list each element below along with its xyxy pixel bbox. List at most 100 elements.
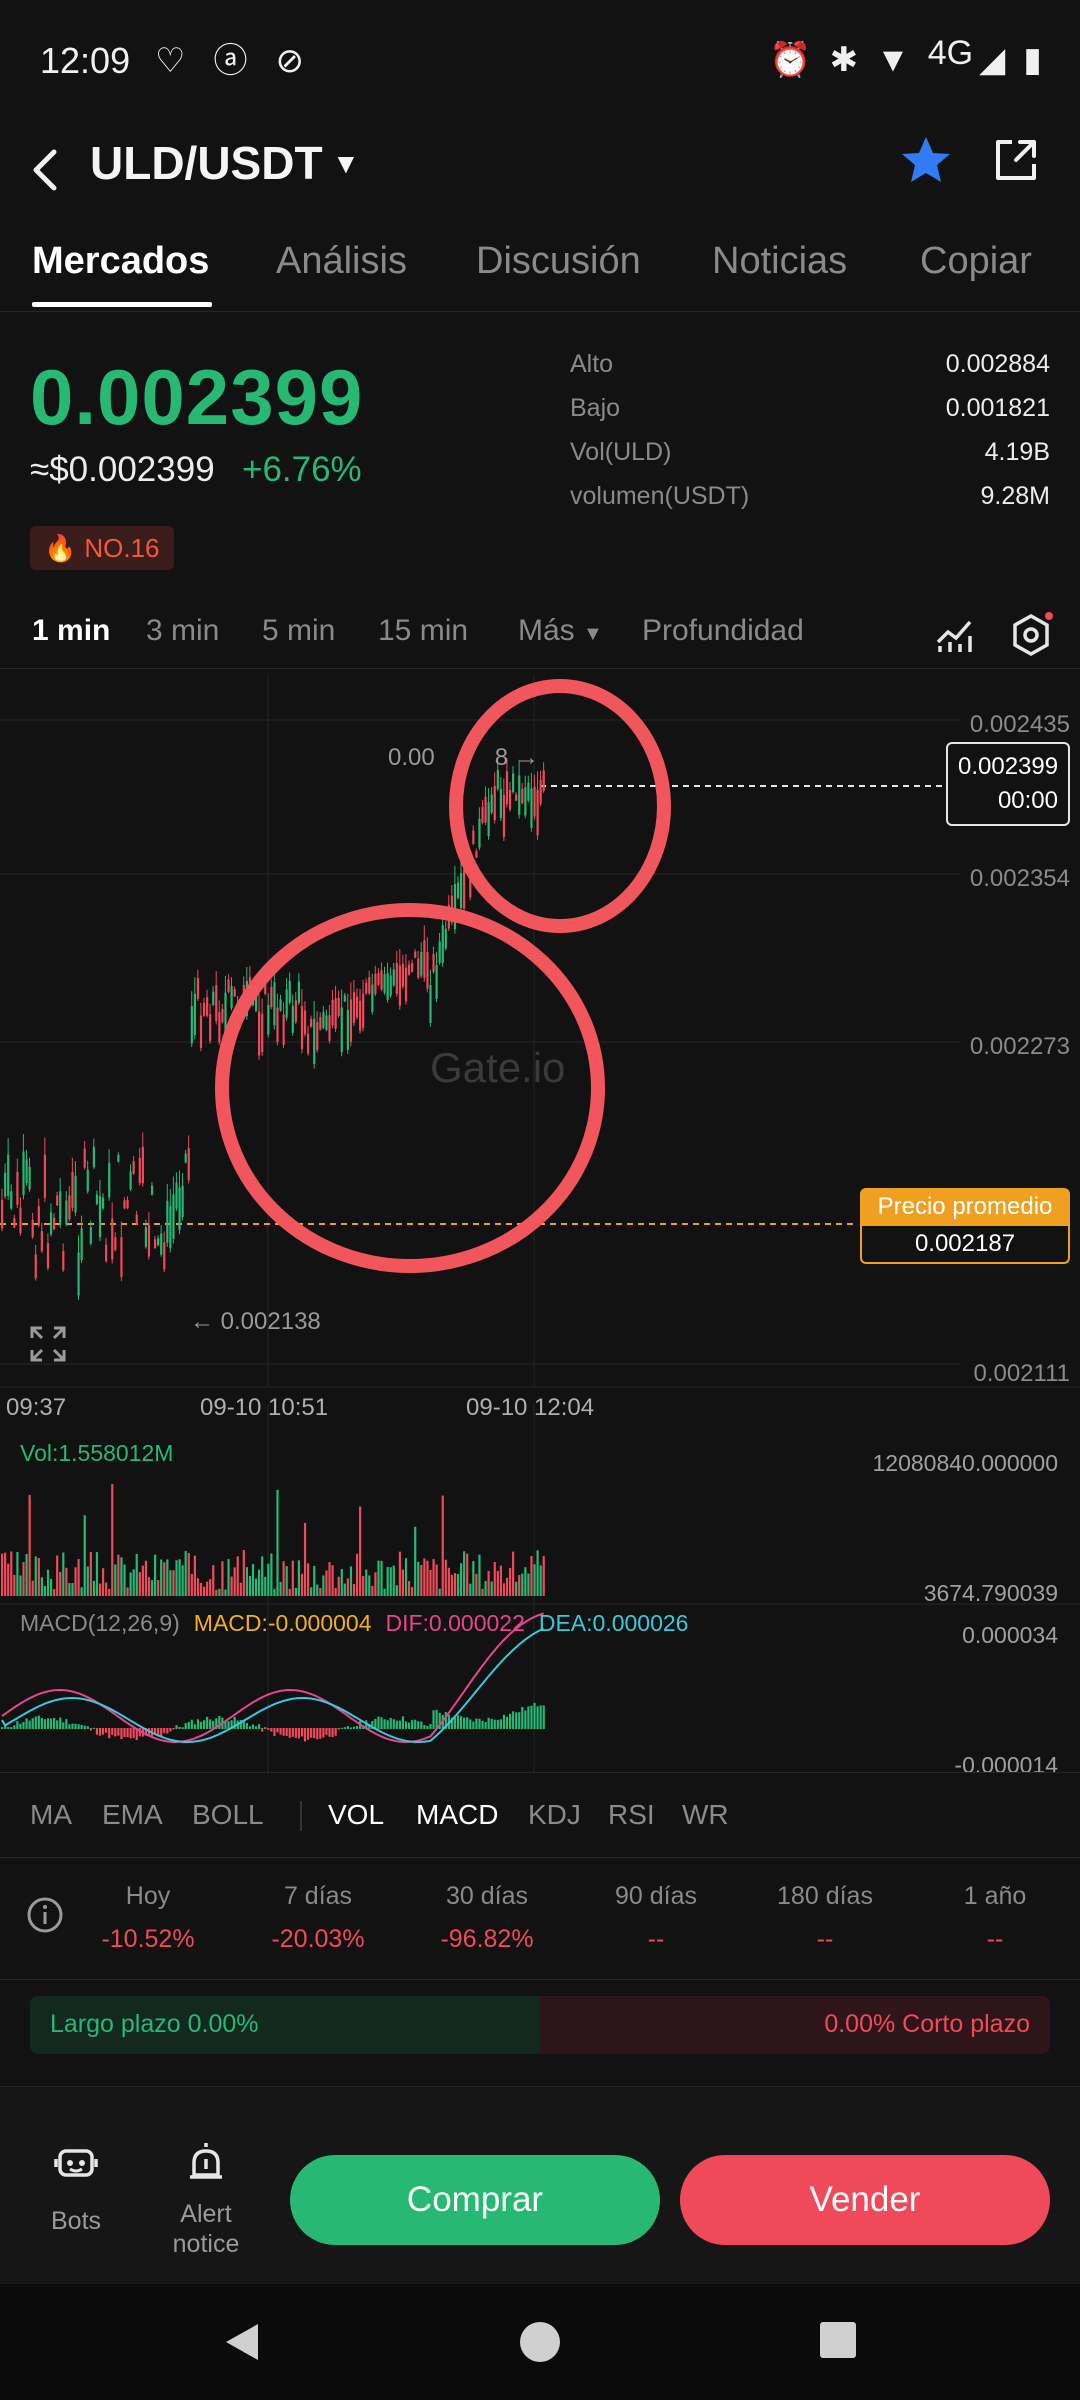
buy-button[interactable]: Comprar bbox=[290, 2155, 660, 2245]
volume-bar bbox=[154, 1554, 157, 1596]
sell-button[interactable]: Vender bbox=[680, 2155, 1050, 2245]
volume-bar bbox=[441, 1495, 444, 1596]
candle bbox=[218, 1012, 221, 1043]
macd-bar bbox=[524, 1710, 527, 1729]
macd-bar bbox=[478, 1718, 481, 1729]
candle bbox=[144, 1227, 148, 1247]
candle bbox=[530, 788, 533, 828]
macd-bar bbox=[199, 1721, 203, 1729]
candle bbox=[163, 1242, 166, 1270]
candle bbox=[56, 1195, 59, 1206]
indicator-ma[interactable]: MA bbox=[30, 1799, 72, 1831]
volume-bar bbox=[129, 1572, 132, 1596]
candle bbox=[114, 1237, 117, 1251]
share-icon[interactable] bbox=[990, 134, 1042, 186]
candle bbox=[7, 1154, 10, 1196]
macd-bar bbox=[46, 1718, 50, 1729]
candle bbox=[414, 951, 417, 958]
candle bbox=[429, 984, 432, 1023]
settings-icon[interactable] bbox=[1008, 612, 1054, 658]
volume-bar bbox=[31, 1580, 34, 1596]
candle bbox=[221, 1009, 224, 1023]
candle bbox=[105, 1244, 108, 1262]
volume-bar bbox=[89, 1551, 92, 1596]
candle bbox=[411, 963, 414, 972]
macd-bar bbox=[512, 1711, 515, 1729]
candle bbox=[515, 794, 518, 801]
fullscreen-icon[interactable] bbox=[28, 1324, 68, 1364]
tab-analisis[interactable]: Análisis bbox=[276, 240, 407, 283]
alert-label[interactable]: Alert notice bbox=[150, 2199, 262, 2259]
macd-bar bbox=[279, 1728, 282, 1735]
candle bbox=[432, 953, 435, 972]
y-label-top: 0.002435 bbox=[969, 711, 1070, 738]
macd-bar bbox=[521, 1707, 524, 1729]
candle bbox=[392, 969, 395, 986]
favorite-star-icon[interactable] bbox=[900, 134, 952, 186]
candle bbox=[209, 1014, 212, 1041]
volume-bar bbox=[163, 1562, 166, 1596]
candle bbox=[172, 1194, 175, 1240]
macd-bar bbox=[423, 1724, 426, 1729]
indicator-kdj[interactable]: KDJ bbox=[528, 1799, 581, 1831]
indicator-boll[interactable]: BOLL bbox=[192, 1799, 264, 1831]
tab-copiar[interactable]: Copiar bbox=[920, 240, 1032, 283]
candle bbox=[441, 925, 444, 963]
interval-1min[interactable]: 1 min bbox=[32, 614, 110, 648]
y-label-bottom: 0.002111 bbox=[973, 1360, 1070, 1387]
interval-3min[interactable]: 3 min bbox=[146, 614, 219, 648]
tab-mercados[interactable]: Mercados bbox=[32, 240, 209, 283]
nav-recents-icon[interactable] bbox=[818, 2320, 858, 2360]
volume-bar bbox=[328, 1562, 331, 1596]
macd-bar bbox=[313, 1728, 316, 1739]
tab-bar: Mercados Análisis Discusión Noticias Cop… bbox=[0, 230, 1080, 312]
candle bbox=[34, 1254, 37, 1279]
candle bbox=[270, 987, 273, 1008]
tab-noticias[interactable]: Noticias bbox=[712, 240, 847, 283]
candle bbox=[92, 1146, 95, 1168]
pair-dropdown-icon[interactable]: ▼ bbox=[332, 148, 360, 180]
chart-type-icon[interactable] bbox=[932, 612, 978, 658]
nav-back-icon[interactable] bbox=[220, 2320, 264, 2364]
indicator-vol[interactable]: VOL bbox=[328, 1799, 384, 1831]
volume-bar bbox=[251, 1564, 255, 1596]
indicator-macd[interactable]: MACD bbox=[416, 1799, 498, 1831]
candle bbox=[199, 1015, 203, 1048]
candle bbox=[129, 1171, 132, 1190]
volume-bar bbox=[218, 1588, 221, 1596]
alert-icon[interactable] bbox=[182, 2139, 230, 2187]
indicator-rsi[interactable]: RSI bbox=[608, 1799, 655, 1831]
pair-title[interactable]: ULD/USDT bbox=[90, 136, 323, 190]
indicator-wr[interactable]: WR bbox=[682, 1799, 729, 1831]
candle bbox=[141, 1146, 144, 1184]
bots-label[interactable]: Bots bbox=[36, 2207, 116, 2236]
macd-bar bbox=[117, 1728, 120, 1736]
volume-bar bbox=[463, 1551, 466, 1596]
volume-bar bbox=[490, 1581, 493, 1596]
volume-bar bbox=[144, 1560, 148, 1596]
highlight-circle-top bbox=[449, 679, 671, 933]
volume-bar bbox=[417, 1561, 420, 1596]
volume-bar bbox=[25, 1554, 28, 1596]
candle bbox=[478, 818, 481, 848]
rank-badge[interactable]: 🔥 NO.16 bbox=[30, 526, 174, 570]
macd-bar bbox=[285, 1728, 288, 1736]
macd-bar bbox=[460, 1716, 463, 1729]
indicator-ema[interactable]: EMA bbox=[102, 1799, 163, 1831]
interval-more[interactable]: Más ▼ bbox=[518, 614, 603, 648]
candle bbox=[438, 941, 441, 963]
nav-home-icon[interactable] bbox=[518, 2320, 562, 2364]
info-icon[interactable] bbox=[26, 1896, 64, 1934]
candle bbox=[95, 1194, 99, 1205]
interval-5min[interactable]: 5 min bbox=[262, 614, 335, 648]
bots-icon[interactable] bbox=[52, 2139, 100, 2187]
interval-15min[interactable]: 15 min bbox=[378, 614, 468, 648]
back-icon[interactable] bbox=[26, 140, 66, 200]
macd-bar bbox=[10, 1727, 13, 1729]
tab-discusion[interactable]: Discusión bbox=[476, 240, 641, 283]
macd-bar bbox=[355, 1725, 359, 1729]
depth-tab[interactable]: Profundidad bbox=[642, 614, 804, 648]
volume-bar bbox=[16, 1551, 19, 1596]
action-bar: Bots Alert notice Comprar Vender bbox=[0, 2086, 1080, 2284]
battery-icon: ▮ bbox=[1023, 41, 1042, 79]
